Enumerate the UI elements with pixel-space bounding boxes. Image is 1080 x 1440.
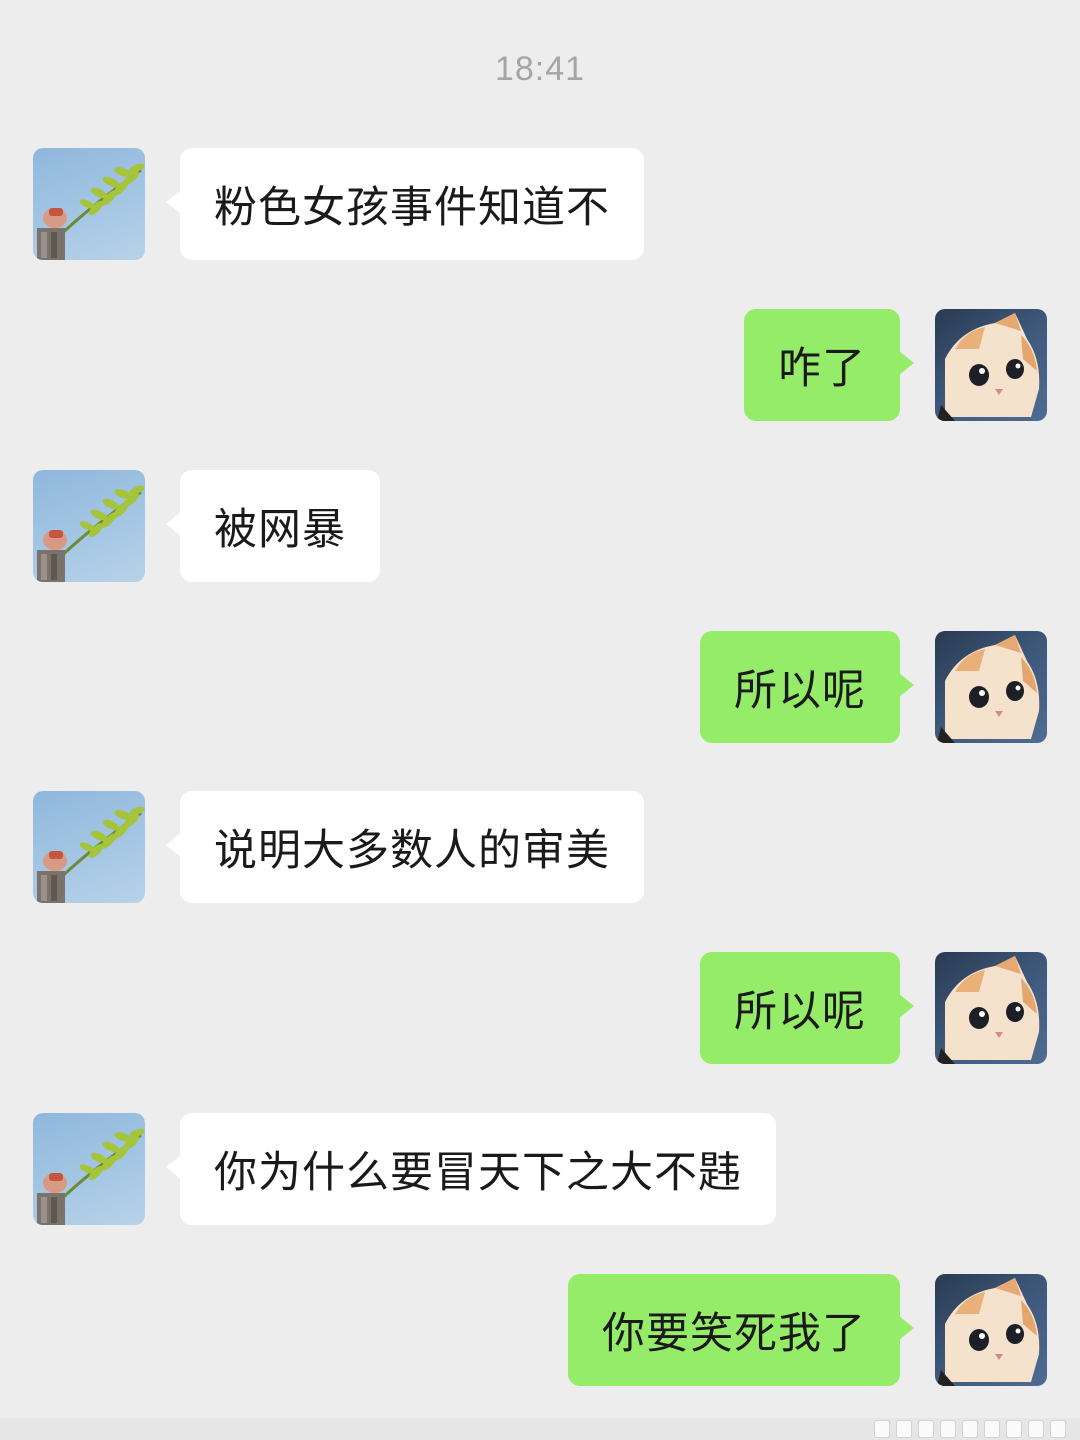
contact-avatar-icon[interactable] [33, 148, 145, 260]
incoming-message-bubble[interactable]: 粉色女孩事件知道不 [180, 148, 644, 260]
self-avatar-icon[interactable] [935, 1274, 1047, 1386]
message-row-contact: 粉色女孩事件知道不 [0, 148, 1080, 262]
bubble-tail [166, 190, 181, 214]
contact-avatar-icon[interactable] [33, 1113, 145, 1225]
self-avatar-icon[interactable] [935, 631, 1047, 743]
bottom-edge-strip [0, 1418, 1080, 1440]
bubble-tail [166, 512, 181, 536]
message-row-self: 咋了 [0, 309, 1080, 423]
bubble-tail [899, 1316, 914, 1340]
incoming-message-bubble[interactable]: 说明大多数人的审美 [180, 791, 644, 903]
outgoing-message-bubble[interactable]: 所以呢 [700, 631, 900, 743]
message-row-self: 所以呢 [0, 952, 1080, 1066]
message-row-contact: 你为什么要冒天下之大不韪 [0, 1113, 1080, 1227]
outgoing-message-bubble[interactable]: 所以呢 [700, 952, 900, 1064]
message-row-self: 所以呢 [0, 631, 1080, 745]
self-avatar-icon[interactable] [935, 952, 1047, 1064]
outgoing-message-bubble[interactable]: 你要笑死我了 [568, 1274, 900, 1386]
outgoing-message-bubble[interactable]: 咋了 [744, 309, 900, 421]
message-row-contact: 被网暴 [0, 470, 1080, 584]
bubble-tail [166, 833, 181, 857]
bubble-tail [899, 994, 914, 1018]
contact-avatar-icon[interactable] [33, 470, 145, 582]
contact-avatar-icon[interactable] [33, 791, 145, 903]
self-avatar-icon[interactable] [935, 309, 1047, 421]
message-row-contact: 说明大多数人的审美 [0, 791, 1080, 905]
incoming-message-bubble[interactable]: 被网暴 [180, 470, 380, 582]
message-row-self: 你要笑死我了 [0, 1274, 1080, 1388]
bubble-tail [899, 351, 914, 375]
watermark-dots-icon [874, 1420, 1066, 1438]
bubble-tail [899, 673, 914, 697]
incoming-message-bubble[interactable]: 你为什么要冒天下之大不韪 [180, 1113, 776, 1225]
message-timestamp: 18:41 [494, 50, 586, 88]
bubble-tail [166, 1155, 181, 1179]
